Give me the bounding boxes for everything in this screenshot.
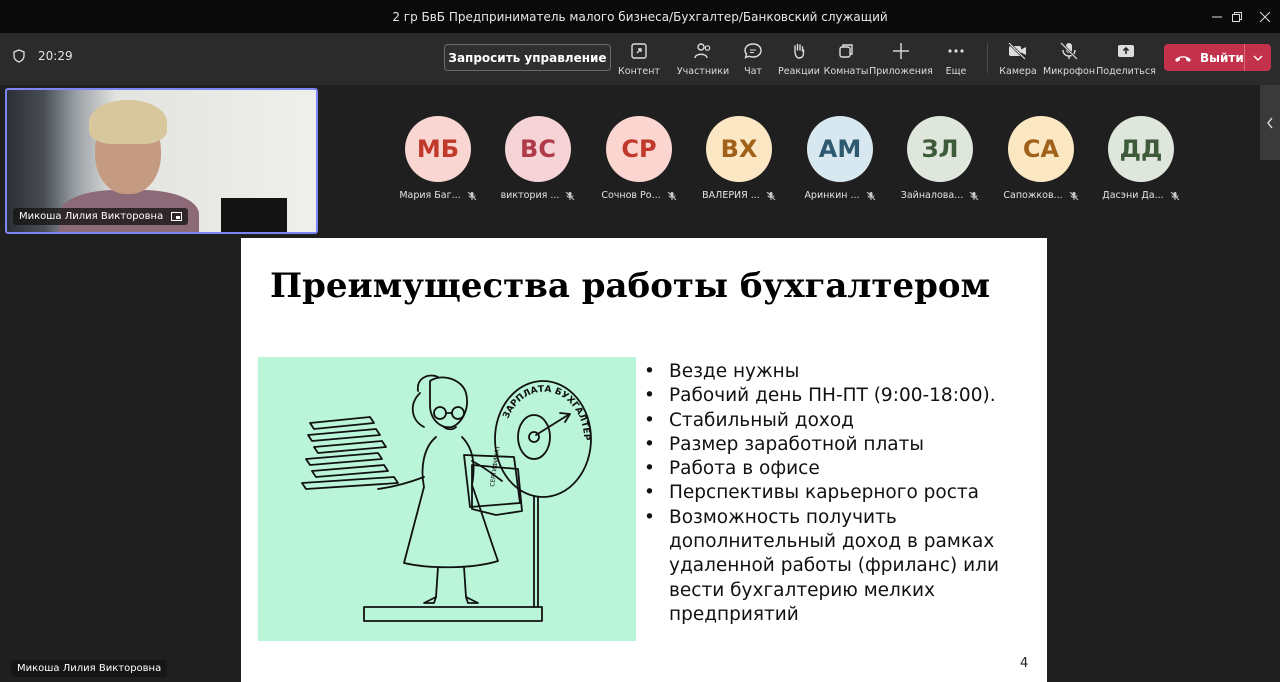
participants-label: Участники bbox=[676, 66, 730, 77]
mic-off-icon bbox=[766, 191, 776, 200]
participant-tile[interactable]: МБ Мария Баг... bbox=[393, 116, 483, 201]
shield-icon bbox=[13, 49, 25, 63]
video-name-tag: Микоша Лилия Викторовна bbox=[13, 208, 189, 225]
participant-avatar: МБ bbox=[405, 116, 471, 182]
participant-tile[interactable]: ЗЛ Зайналова... bbox=[895, 116, 985, 201]
participant-tile[interactable]: СР Сочнов Ро... bbox=[594, 116, 684, 201]
participant-name: Аринкин ... bbox=[804, 190, 860, 201]
apps-button[interactable]: Приложения bbox=[869, 40, 933, 77]
phone-hangup-icon bbox=[1175, 55, 1191, 62]
share-label: Поделиться bbox=[1096, 66, 1156, 77]
leave-main[interactable]: Выйти bbox=[1164, 44, 1244, 71]
slide-bullet: Везде нужны bbox=[641, 360, 1021, 385]
share-content-icon bbox=[631, 43, 647, 59]
slide-bullet: Работа в офисе bbox=[641, 457, 1021, 482]
hand-icon bbox=[794, 43, 805, 59]
meeting-timer: 20:29 bbox=[12, 49, 73, 63]
rooms-label: Комнаты bbox=[823, 66, 869, 77]
leave-button[interactable]: Выйти bbox=[1164, 44, 1271, 71]
participant-name: Сапожков... bbox=[1003, 190, 1063, 201]
video-laptop bbox=[221, 198, 287, 232]
more-icon bbox=[948, 49, 964, 53]
presenter-name: Микоша Лилия Викторовна bbox=[17, 663, 162, 674]
participant-name: Мария Баг... bbox=[399, 190, 461, 201]
chat-icon bbox=[744, 43, 762, 59]
leave-label: Выйти bbox=[1200, 50, 1244, 65]
screen-share-icon bbox=[171, 211, 183, 221]
camera-label: Камера bbox=[999, 66, 1037, 77]
apps-label: Приложения bbox=[869, 66, 933, 77]
share-button[interactable]: Поделиться bbox=[1096, 40, 1156, 77]
participant-tile[interactable]: СА Сапожков... bbox=[996, 116, 1086, 201]
svg-text:ЗАРПЛАТА БУХГАЛТЕРА: ЗАРПЛАТА БУХГАЛТЕРА bbox=[258, 357, 591, 441]
participant-tile[interactable]: АМ Аринкин ... bbox=[795, 116, 885, 201]
mic-label: Микрофон bbox=[1042, 66, 1096, 77]
side-panel-toggle[interactable] bbox=[1260, 85, 1280, 160]
mic-off-icon bbox=[1060, 42, 1078, 60]
participant-tile[interactable]: ДД Дасэни Да... bbox=[1096, 116, 1186, 201]
camera-off-icon bbox=[1008, 42, 1026, 60]
content-label: Контент bbox=[618, 66, 660, 77]
mic-off-icon bbox=[467, 191, 477, 200]
slide-title: Преимущества работы бухгалтером bbox=[270, 266, 991, 306]
leave-dropdown[interactable] bbox=[1244, 44, 1271, 71]
participant-avatar: СР bbox=[606, 116, 672, 182]
participant-name: Дасэни Да... bbox=[1102, 190, 1164, 201]
participant-avatar: ВС bbox=[505, 116, 571, 182]
more-label: Еще bbox=[945, 66, 967, 77]
more-button[interactable]: Еще bbox=[926, 40, 986, 77]
mic-off-icon bbox=[866, 191, 875, 200]
participant-avatar: АМ bbox=[807, 116, 873, 182]
participant-name: ВАЛЕРИЯ ... bbox=[702, 190, 760, 201]
rooms-button[interactable]: Комнаты bbox=[816, 40, 876, 77]
close-icon bbox=[1259, 11, 1271, 22]
mic-off-icon bbox=[1069, 191, 1078, 200]
request-control-button[interactable]: Запросить управление bbox=[444, 44, 611, 71]
title-bar: 2 гр БвБ Предприниматель малого бизнеса/… bbox=[0, 0, 1280, 33]
slide-bullet: Перспективы карьерного роста bbox=[641, 481, 1021, 506]
participant-avatar: ВХ bbox=[706, 116, 772, 182]
mic-off-icon bbox=[667, 191, 677, 200]
meeting-stage: Микоша Лилия Викторовна МБ Мария Баг... … bbox=[0, 85, 1280, 682]
content-button[interactable]: Контент bbox=[609, 40, 669, 77]
chat-label: Чат bbox=[744, 66, 762, 77]
shared-slide: Преимущества работы бухгалтером СЕРТИФИК… bbox=[241, 238, 1047, 682]
slide-bullet: Возможность получить дополнительный дохо… bbox=[641, 506, 1021, 627]
slide-bullet: Рабочий день ПН-ПТ (9:00-18:00). bbox=[641, 384, 1021, 409]
presenter-video-tile[interactable]: Микоша Лилия Викторовна bbox=[5, 88, 318, 234]
accountant-illustration-icon: СЕРТИФИКАТ ЗАРПЛАТА БУХГАЛТЕРА bbox=[255, 350, 592, 622]
window-title: 2 гр БвБ Предприниматель малого бизнеса/… bbox=[392, 9, 888, 24]
participant-name: Зайналова... bbox=[900, 190, 964, 201]
participant-avatar: СА bbox=[1008, 116, 1074, 182]
video-name: Микоша Лилия Викторовна bbox=[19, 211, 164, 222]
participant-tile[interactable]: ВС виктория ... bbox=[493, 116, 583, 201]
mic-off-icon bbox=[1170, 191, 1180, 200]
participant-name: виктория ... bbox=[500, 190, 560, 201]
slide-illustration: СЕРТИФИКАТ ЗАРПЛАТА БУХГАЛТЕРА bbox=[255, 350, 636, 641]
mic-button[interactable]: Микрофон bbox=[1039, 40, 1099, 77]
slide-bullet-list: Везде нужны Рабочий день ПН-ПТ (9:00-18:… bbox=[641, 360, 1021, 627]
slide-page-number: 4 bbox=[1020, 656, 1029, 671]
restore-icon bbox=[1232, 11, 1242, 22]
slide-bullet: Стабильный доход bbox=[641, 409, 1021, 434]
close-button[interactable] bbox=[1248, 0, 1280, 33]
chevron-down-icon bbox=[1253, 55, 1263, 61]
people-icon bbox=[694, 43, 711, 59]
mic-off-icon bbox=[969, 191, 979, 200]
rooms-icon bbox=[839, 44, 853, 58]
presenter-name-tag: Микоша Лилия Викторовна bbox=[11, 660, 168, 677]
participant-name: Сочнов Ро... bbox=[601, 190, 661, 201]
reactions-label: Реакции bbox=[778, 66, 820, 77]
video-person-hair bbox=[89, 100, 167, 144]
participant-avatar: ЗЛ bbox=[907, 116, 973, 182]
mic-off-icon bbox=[566, 191, 575, 200]
share-icon bbox=[1118, 45, 1134, 57]
slide-bullet: Размер заработной платы bbox=[641, 433, 1021, 458]
participant-avatar: ДД bbox=[1108, 116, 1174, 182]
plus-icon bbox=[893, 43, 909, 59]
chevron-left-icon bbox=[1267, 117, 1273, 128]
meeting-toolbar: 20:29 Запросить управление Контент Участ… bbox=[0, 33, 1280, 85]
participant-tile[interactable]: ВХ ВАЛЕРИЯ ... bbox=[694, 116, 784, 201]
timer-text: 20:29 bbox=[38, 49, 73, 63]
